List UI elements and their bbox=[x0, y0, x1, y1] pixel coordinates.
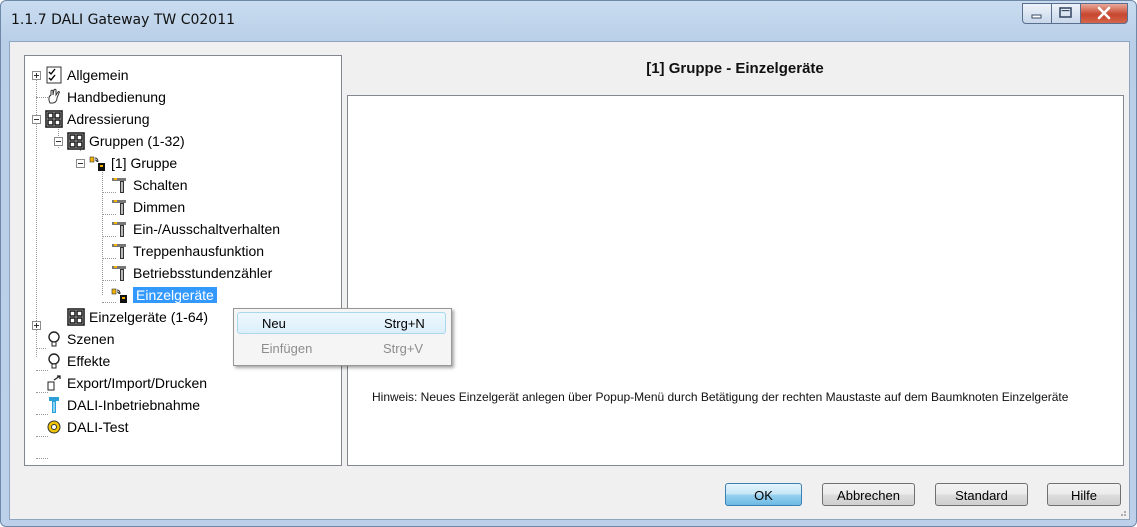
grid-icon bbox=[67, 132, 85, 150]
tree-item-handbedienung[interactable]: Handbedienung bbox=[45, 87, 166, 107]
tree-item-einzelgeraete-1-64[interactable]: Einzelgeräte (1-64) bbox=[45, 307, 208, 327]
lamp-icon bbox=[112, 200, 126, 215]
hint-text: Hinweis: Neues Einzelgerät anlegen über … bbox=[372, 390, 1069, 404]
lamp-icon bbox=[112, 244, 126, 259]
tree-label: Adressierung bbox=[67, 111, 150, 127]
context-menu: Neu Strg+N Einfügen Strg+V bbox=[233, 308, 452, 366]
tree-label: Effekte bbox=[67, 353, 111, 369]
menu-item-neu[interactable]: Neu Strg+N bbox=[237, 312, 446, 334]
expand-einzelgeraete-icon[interactable] bbox=[32, 321, 41, 330]
maximize-icon bbox=[1059, 7, 1072, 18]
tree-item-allgemein[interactable]: Allgemein bbox=[45, 65, 128, 85]
content-panel: Hinweis: Neues Einzelgerät anlegen über … bbox=[347, 95, 1124, 466]
lamp-icon bbox=[112, 178, 126, 193]
tree-label: Dimmen bbox=[133, 199, 186, 215]
collapse-adressierung-icon[interactable] bbox=[32, 115, 41, 124]
tree-label: DALI-Test bbox=[67, 419, 129, 435]
tree-label: Gruppen (1-32) bbox=[89, 133, 185, 149]
grid-icon bbox=[45, 110, 63, 128]
default-button[interactable]: Standard bbox=[935, 483, 1028, 506]
tree-item-gruppe-1[interactable]: [1] Gruppe bbox=[89, 153, 177, 173]
tree-label: Betriebsstundenzähler bbox=[133, 265, 273, 281]
resize-grip-icon[interactable] bbox=[1117, 507, 1127, 517]
settings-tree[interactable]: Allgemein Handbedienung Adressierung Gru… bbox=[24, 55, 342, 466]
tree-item-einzelgeraete[interactable]: Einzelgeräte bbox=[111, 285, 217, 305]
tree-item-schalten[interactable]: Schalten bbox=[111, 175, 187, 195]
close-button[interactable] bbox=[1080, 3, 1128, 24]
ok-button[interactable]: OK bbox=[725, 483, 802, 506]
tree-item-dimmen[interactable]: Dimmen bbox=[111, 197, 185, 217]
tree-label: Treppenhausfunktion bbox=[133, 243, 265, 259]
title-bar[interactable]: 1.1.7 DALI Gateway TW C02011 bbox=[1, 1, 1136, 41]
tree-label: Schalten bbox=[133, 177, 188, 193]
lamp-icon bbox=[112, 266, 126, 281]
help-button[interactable]: Hilfe bbox=[1047, 483, 1121, 506]
minimize-icon bbox=[1031, 14, 1042, 19]
export-icon bbox=[47, 375, 61, 391]
cancel-button[interactable]: Abbrechen bbox=[822, 483, 915, 506]
tree-item-betriebsstundenzaehler[interactable]: Betriebsstundenzähler bbox=[111, 263, 272, 283]
collapse-gruppen-icon[interactable] bbox=[54, 137, 63, 146]
tree-label-selected: Einzelgeräte bbox=[133, 287, 217, 303]
menu-item-einfuegen[interactable]: Einfügen Strg+V bbox=[237, 338, 446, 360]
tree-label: Handbedienung bbox=[67, 89, 166, 105]
tree-item-adressierung[interactable]: Adressierung bbox=[45, 109, 150, 129]
collapse-gruppe-1-icon[interactable] bbox=[76, 159, 85, 168]
dialog-window: 1.1.7 DALI Gateway TW C02011 Allgemein H… bbox=[0, 0, 1137, 527]
test-icon bbox=[47, 420, 61, 434]
grid-icon bbox=[67, 308, 85, 326]
panel-title: [1] Gruppe - Einzelgeräte bbox=[646, 60, 824, 77]
tree-label: [1] Gruppe bbox=[111, 155, 178, 171]
tree-label: Allgemein bbox=[67, 67, 129, 83]
dialog-client-area: Allgemein Handbedienung Adressierung Gru… bbox=[9, 41, 1130, 520]
tree-label: DALI-Inbetriebnahme bbox=[67, 397, 201, 413]
window-controls bbox=[1022, 3, 1128, 24]
tree-item-dali-test[interactable]: DALI-Test bbox=[45, 417, 128, 437]
tree-item-szenen[interactable]: Szenen bbox=[45, 329, 114, 349]
tree-label: Export/Import/Drucken bbox=[67, 375, 208, 391]
tree-label: Ein-/Ausschaltverhalten bbox=[133, 221, 281, 237]
lamp-icon bbox=[112, 222, 126, 237]
tree-item-treppenhausfunktion[interactable]: Treppenhausfunktion bbox=[111, 241, 264, 261]
tree-label: Szenen bbox=[67, 331, 115, 347]
menu-item-label: Neu bbox=[262, 316, 286, 331]
checklist-icon bbox=[46, 66, 62, 84]
close-icon bbox=[1097, 6, 1111, 20]
tree-item-gruppen[interactable]: Gruppen (1-32) bbox=[67, 131, 185, 151]
tree-item-export-import-drucken[interactable]: Export/Import/Drucken bbox=[45, 373, 207, 393]
minimize-button[interactable] bbox=[1022, 3, 1052, 24]
tree-item-effekte[interactable]: Effekte bbox=[45, 351, 110, 371]
tree-item-ein-ausschaltverhalten[interactable]: Ein-/Ausschaltverhalten bbox=[111, 219, 280, 239]
maximize-button[interactable] bbox=[1051, 3, 1081, 24]
menu-item-shortcut: Strg+N bbox=[384, 316, 425, 331]
window-title: 1.1.7 DALI Gateway TW C02011 bbox=[11, 12, 236, 28]
bulb-icon bbox=[48, 331, 60, 347]
bulb-icon bbox=[48, 353, 60, 369]
group-device-icon bbox=[111, 288, 127, 303]
group-device-icon bbox=[89, 156, 105, 171]
tree-item-dali-inbetriebnahme[interactable]: DALI-Inbetriebnahme bbox=[45, 395, 200, 415]
menu-item-shortcut: Strg+V bbox=[383, 341, 424, 356]
commissioning-icon bbox=[49, 397, 59, 413]
expand-allgemein-icon[interactable] bbox=[32, 71, 41, 80]
tree-label: Einzelgeräte (1-64) bbox=[89, 309, 209, 325]
menu-item-label: Einfügen bbox=[261, 341, 313, 356]
hand-icon bbox=[48, 88, 60, 104]
